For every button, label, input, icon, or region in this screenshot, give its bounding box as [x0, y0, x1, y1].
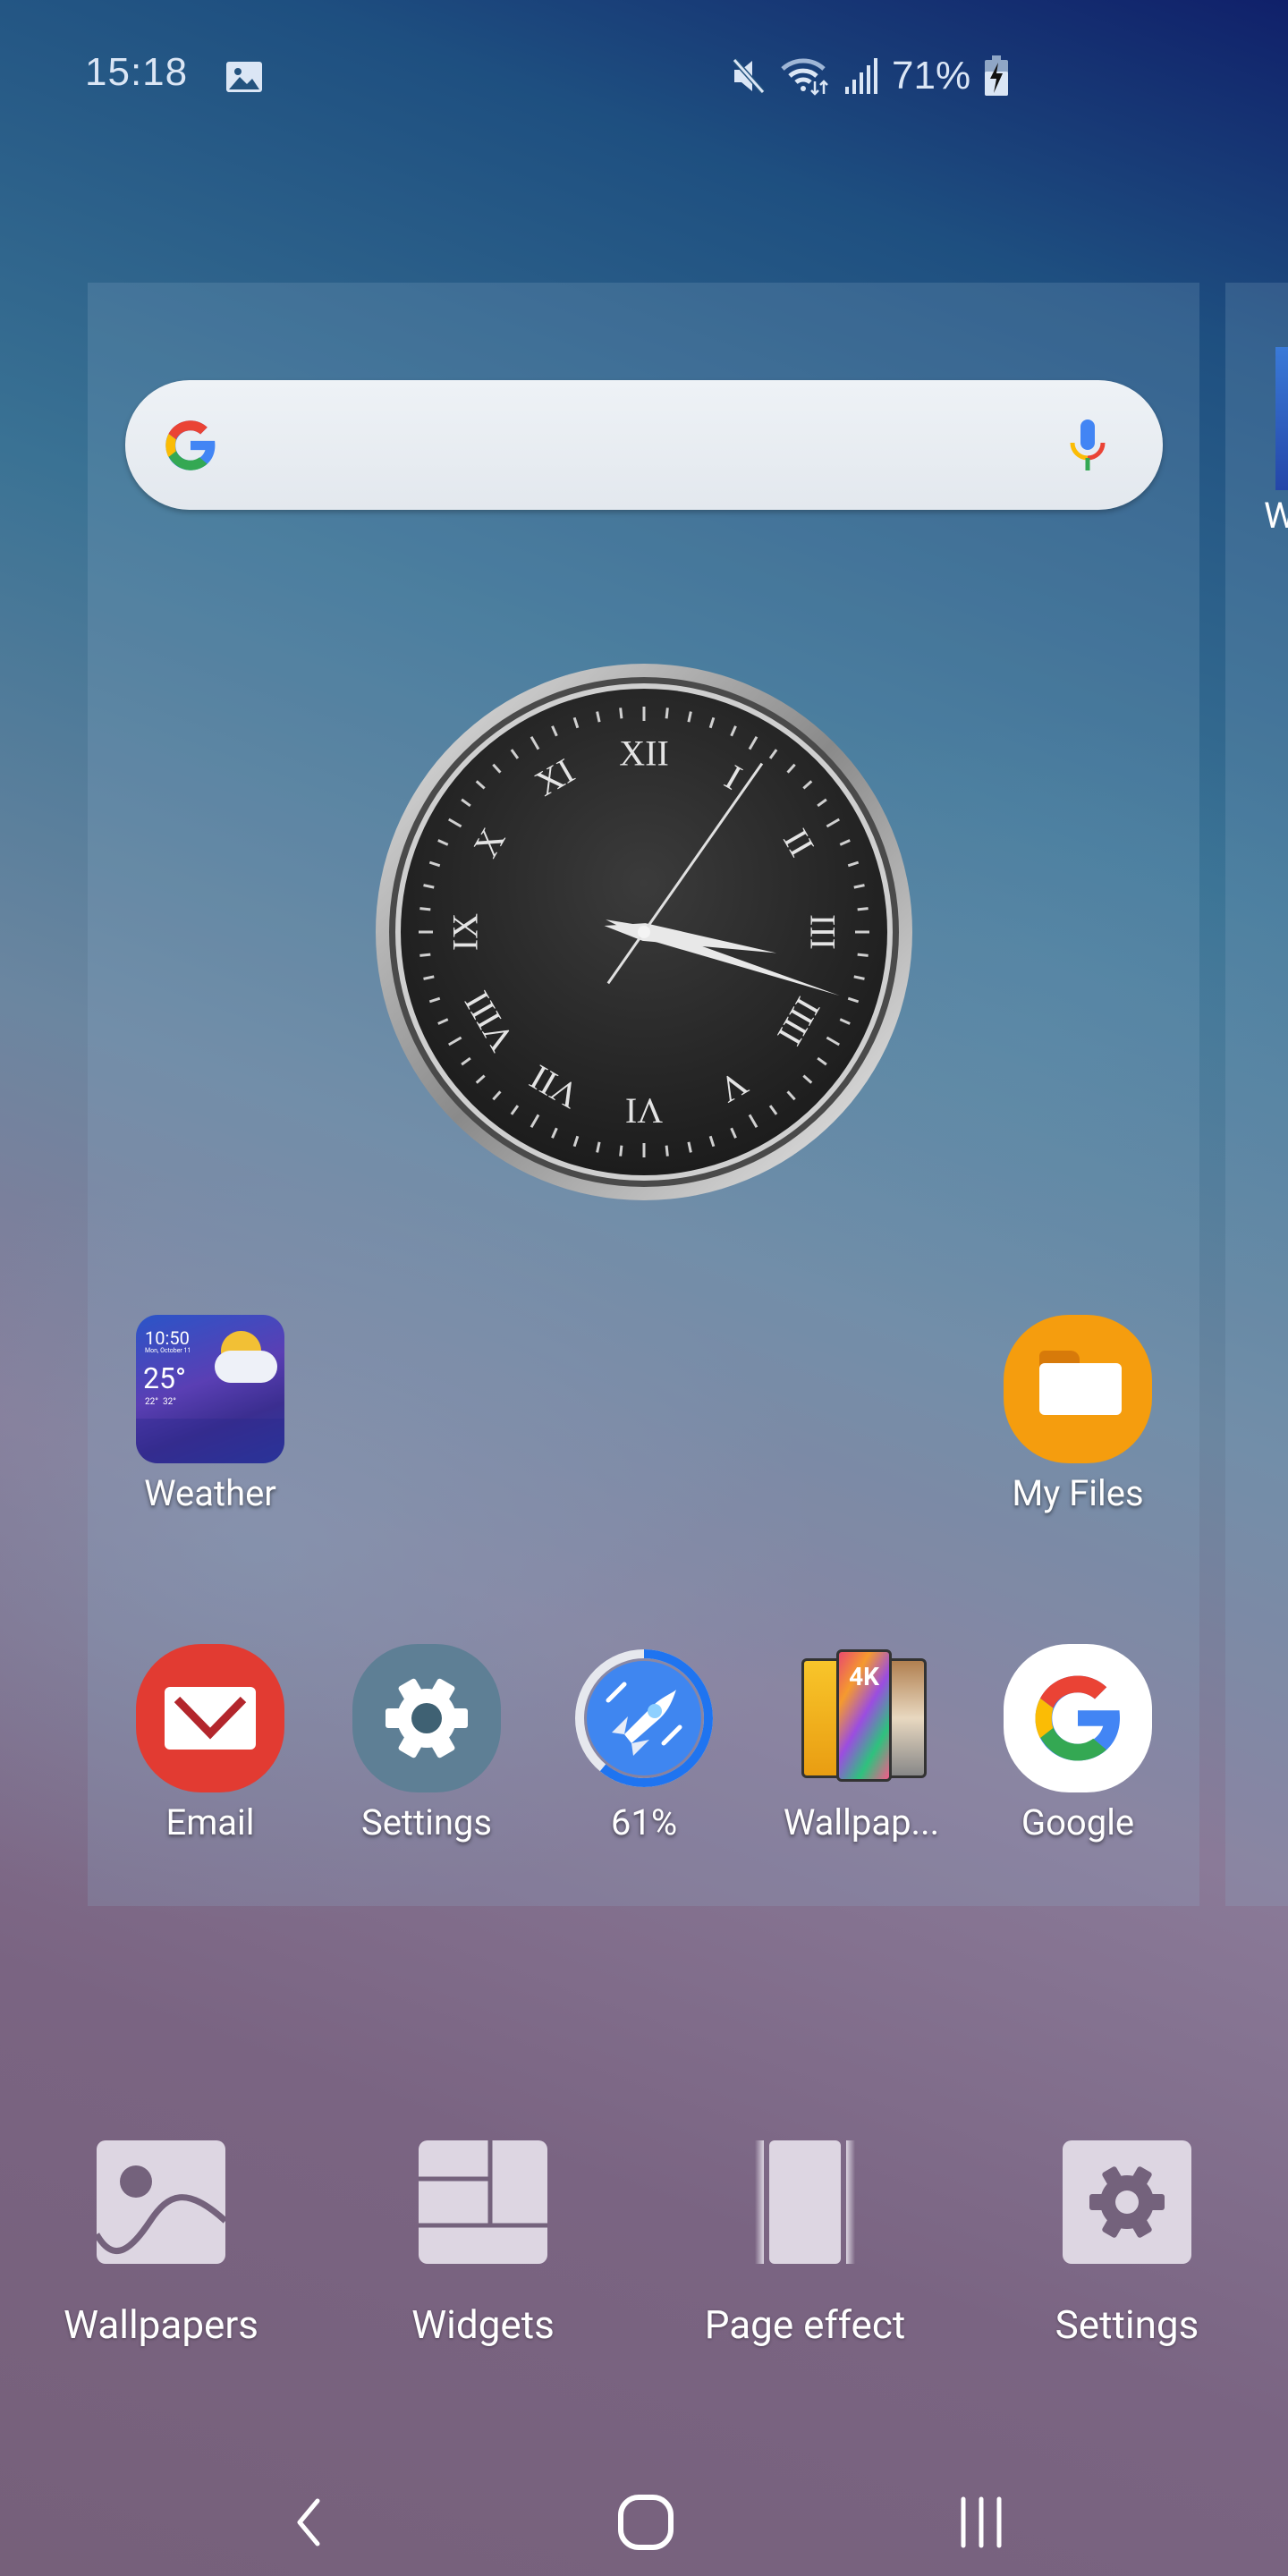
battery-percent: 71% [892, 54, 971, 97]
email-icon [136, 1644, 284, 1792]
widgets-icon [419, 2140, 547, 2264]
back-icon [297, 2498, 320, 2546]
clock-center-pin [638, 926, 650, 938]
app-label: Google [1021, 1801, 1135, 1843]
option-settings[interactable]: Settings [1002, 2140, 1252, 2348]
status-bar: 15:18 71% [0, 0, 1288, 157]
app-weather[interactable]: 10:50 Mon, October 11 25° 22° 32° Weathe… [107, 1315, 313, 1514]
option-label: Wallpapers [64, 2301, 258, 2348]
app-google[interactable]: Google [975, 1644, 1181, 1843]
option-label: Widgets [411, 2301, 555, 2348]
home-icon [618, 2495, 674, 2550]
page-effect-icon [741, 2140, 869, 2264]
clock-numeral: VI [625, 1091, 663, 1131]
weather-preview-temp: 25° [143, 1361, 186, 1395]
back-button[interactable] [264, 2478, 353, 2567]
status-time: 15:18 [85, 50, 189, 94]
clock-numeral: IX [445, 913, 486, 951]
cloud-icon [215, 1351, 277, 1383]
app-label: Weather [144, 1472, 276, 1514]
folder-icon [1004, 1315, 1152, 1463]
clock-tick [419, 907, 431, 911]
rocket-booster-icon [570, 1644, 718, 1792]
wallpaper-icon [93, 2140, 228, 2264]
clock-tick [857, 953, 869, 957]
app-label: Email [165, 1801, 255, 1843]
google-g-icon [165, 420, 216, 470]
app-settings[interactable]: Settings [324, 1644, 530, 1843]
app-label: My Files [1012, 1472, 1144, 1514]
mute-icon [732, 58, 766, 94]
clock-numeral: XII [619, 733, 669, 774]
home-button[interactable] [601, 2478, 691, 2567]
option-wallpapers[interactable]: Wallpapers [36, 2140, 286, 2348]
next-page-app-icon [1275, 347, 1288, 490]
google-search-bar[interactable] [125, 380, 1163, 510]
navigation-bar [0, 2451, 1288, 2576]
option-widgets[interactable]: Widgets [358, 2140, 608, 2348]
app-label: Settings [360, 1801, 493, 1843]
weather-preview-range: 22° 32° [145, 1397, 176, 1407]
option-label: Settings [1055, 2301, 1199, 2348]
app-wallpapers[interactable]: 4K Wallpap... [758, 1644, 964, 1843]
weather-preview-date: Mon, October 11 [145, 1347, 191, 1354]
image-icon [226, 62, 262, 92]
clock-tick [665, 708, 669, 719]
app-email[interactable]: Email [107, 1644, 313, 1843]
gear-icon [352, 1644, 501, 1792]
app-label: Wallpap... [783, 1801, 940, 1843]
settings-icon [1063, 2140, 1191, 2264]
app-booster[interactable]: 61% [541, 1644, 747, 1843]
clock-tick [619, 1145, 623, 1157]
next-page-app-label: W [1264, 495, 1288, 537]
weather-preview-time: 10:50 [145, 1327, 190, 1349]
wallpapers-4k-icon: 4K [787, 1644, 936, 1792]
clock-tick [619, 708, 623, 719]
clock-tick [419, 953, 431, 957]
4k-badge: 4K [849, 1662, 879, 1691]
next-page-preview[interactable]: W [1225, 283, 1288, 1906]
battery-charging-icon [985, 55, 1009, 96]
app-my-files[interactable]: My Files [975, 1315, 1181, 1514]
clock-tick [665, 1145, 669, 1157]
clock-tick [857, 907, 869, 911]
weather-widget-icon: 10:50 Mon, October 11 25° 22° 32° [136, 1315, 284, 1463]
analog-clock-widget[interactable]: XIIIIIIIIIIIIVVIVIIVIIIIXXXI [362, 664, 926, 1200]
app-label: 61% [610, 1801, 678, 1843]
wifi-icon [781, 58, 828, 96]
signal-icon [845, 58, 877, 94]
recents-icon [961, 2496, 1002, 2548]
recents-button[interactable] [936, 2478, 1026, 2567]
mic-icon[interactable] [1068, 418, 1107, 475]
google-icon [1004, 1644, 1152, 1792]
option-page-effect[interactable]: Page effect [680, 2140, 930, 2348]
clock-numeral: III [803, 914, 843, 950]
option-label: Page effect [704, 2301, 906, 2348]
